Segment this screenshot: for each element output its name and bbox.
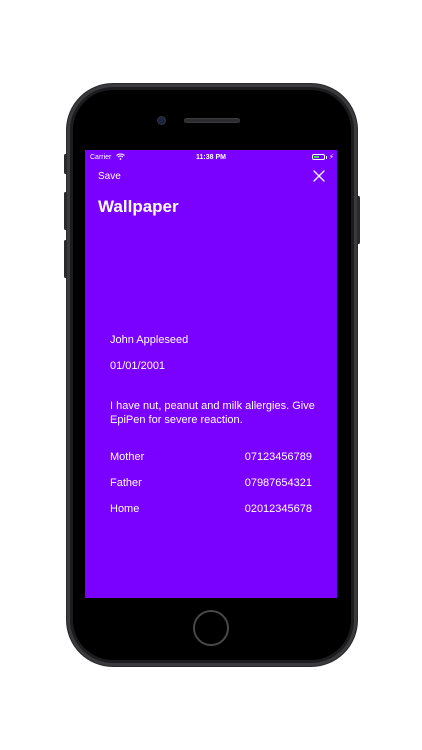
- power-button: [357, 196, 360, 244]
- profile-dob: 01/01/2001: [110, 360, 166, 372]
- earpiece-speaker: [184, 118, 240, 123]
- contact-label: Home: [110, 503, 140, 515]
- battery-icon: [312, 154, 325, 160]
- profile-name: John Appleseed: [110, 334, 189, 346]
- contact-label: Father: [110, 477, 142, 489]
- mute-switch: [64, 154, 67, 174]
- medical-note: I have nut, peanut and milk allergies. G…: [110, 400, 315, 426]
- contact-row-mother: Mother 07123456789: [110, 451, 312, 465]
- contact-row-home: Home 02012345678: [110, 503, 312, 517]
- contact-label: Mother: [110, 451, 145, 463]
- app-screen: Carrier 11:38 PM ⚡ Save Wallpaper John A…: [85, 150, 337, 598]
- volume-up-button: [64, 192, 67, 230]
- volume-down-button: [64, 240, 67, 278]
- battery-level: [314, 156, 319, 158]
- status-time: 11:38 PM: [196, 154, 226, 161]
- contact-row-father: Father 07987654321: [110, 477, 312, 491]
- contact-phone: 02012345678: [244, 503, 312, 515]
- contact-phone: 07987654321: [244, 477, 312, 489]
- close-icon[interactable]: [313, 170, 325, 182]
- home-button[interactable]: [193, 610, 229, 646]
- status-bar: Carrier 11:38 PM ⚡: [85, 150, 337, 165]
- front-camera: [158, 117, 165, 124]
- battery-tip: [326, 156, 327, 159]
- contact-phone: 07123456789: [244, 451, 312, 463]
- save-button[interactable]: Save: [98, 171, 121, 182]
- charging-bolt-icon: ⚡: [329, 154, 334, 161]
- page-title: Wallpaper: [98, 197, 179, 216]
